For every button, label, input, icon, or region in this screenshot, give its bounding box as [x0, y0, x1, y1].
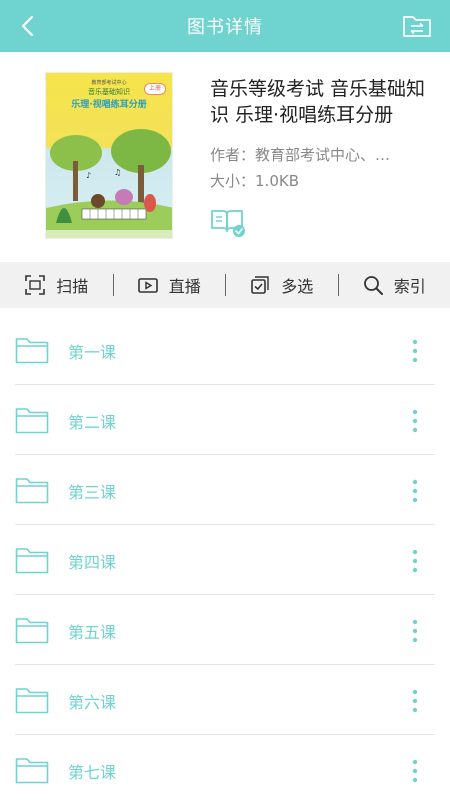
size-label: 大小： [210, 172, 256, 190]
header-bar: 图书详情 [0, 0, 450, 52]
list-item[interactable]: 第五课 [0, 595, 450, 665]
list-item[interactable]: 第七课 [0, 735, 450, 800]
folder-icon [15, 478, 49, 504]
cover-illustration: ♪ ♫ [46, 129, 172, 238]
list-item[interactable]: 第六课 [0, 665, 450, 735]
multi-select-label: 多选 [281, 277, 314, 296]
list-item[interactable]: 第二课 [0, 385, 450, 455]
book-read-badge[interactable] [210, 207, 246, 237]
folder-icon [15, 408, 49, 434]
more-vertical-icon[interactable] [410, 757, 420, 785]
book-cover[interactable]: 教育部考试中心 音乐基础知识 乐理·视唱练耳分册 上册 ♪ ♫ [45, 72, 173, 239]
author-label: 作者： [210, 146, 256, 164]
folder-icon [15, 338, 49, 364]
lesson-list: 第一课 第二课 第三课 第四课 第五课 第六课 第七课 [0, 315, 450, 800]
search-icon [363, 276, 383, 295]
lesson-title: 第一课 [68, 343, 117, 362]
svg-text:♫: ♫ [114, 168, 121, 177]
index-label: 索引 [393, 277, 426, 296]
author-value: 教育部考试中心、… [255, 146, 391, 164]
more-vertical-icon[interactable] [410, 477, 420, 505]
more-vertical-icon[interactable] [410, 617, 420, 645]
lesson-title: 第二课 [68, 413, 117, 432]
book-size: 大小：1.0KB [210, 170, 435, 191]
folder-icon [15, 548, 49, 574]
more-vertical-icon[interactable] [410, 337, 420, 365]
book-author: 作者：教育部考试中心、… [210, 144, 435, 165]
more-vertical-icon[interactable] [410, 407, 420, 435]
more-vertical-icon[interactable] [410, 687, 420, 715]
live-label: 直播 [168, 277, 201, 296]
lesson-title: 第七课 [68, 763, 117, 782]
page-title: 图书详情 [187, 17, 263, 38]
multi-select-button[interactable]: 多选 [225, 262, 338, 308]
app: 图书详情 教育部考试中心 音乐基础知识 乐理·视唱练耳分册 上册 ♪ ♫ 音乐等… [0, 0, 450, 800]
multi-select-icon [251, 276, 269, 294]
index-button[interactable]: 索引 [337, 262, 450, 308]
list-item[interactable]: 第三课 [0, 455, 450, 525]
toolbar: 扫描 直播 多选 索引 [0, 262, 450, 308]
folder-swap-icon [403, 16, 431, 37]
live-button[interactable]: 直播 [112, 262, 226, 308]
size-value: 1.0KB [255, 172, 299, 190]
folder-icon [15, 758, 49, 784]
scan-icon [25, 275, 46, 295]
list-item[interactable]: 第四课 [0, 525, 450, 595]
folder-swap-button[interactable] [402, 13, 432, 39]
book-info: 教育部考试中心 音乐基础知识 乐理·视唱练耳分册 上册 ♪ ♫ 音乐等级考试 音… [0, 52, 450, 262]
folder-icon [15, 618, 49, 644]
open-book-check-icon [211, 210, 245, 237]
list-item[interactable]: 第一课 [0, 315, 450, 385]
svg-text:♪: ♪ [86, 171, 91, 180]
scan-button[interactable]: 扫描 [0, 262, 113, 308]
lesson-title: 第三课 [68, 483, 117, 502]
lesson-title: 第六课 [68, 693, 117, 712]
book-title: 音乐等级考试 音乐基础知识 乐理·视唱练耳分册 [210, 78, 426, 126]
live-camera-icon [137, 278, 158, 293]
back-button[interactable] [12, 10, 44, 42]
scan-label: 扫描 [56, 277, 89, 296]
lesson-title: 第五课 [68, 623, 117, 642]
chevron-left-icon [21, 15, 34, 37]
more-vertical-icon[interactable] [410, 547, 420, 575]
folder-icon [15, 688, 49, 714]
lesson-title: 第四课 [68, 553, 117, 572]
